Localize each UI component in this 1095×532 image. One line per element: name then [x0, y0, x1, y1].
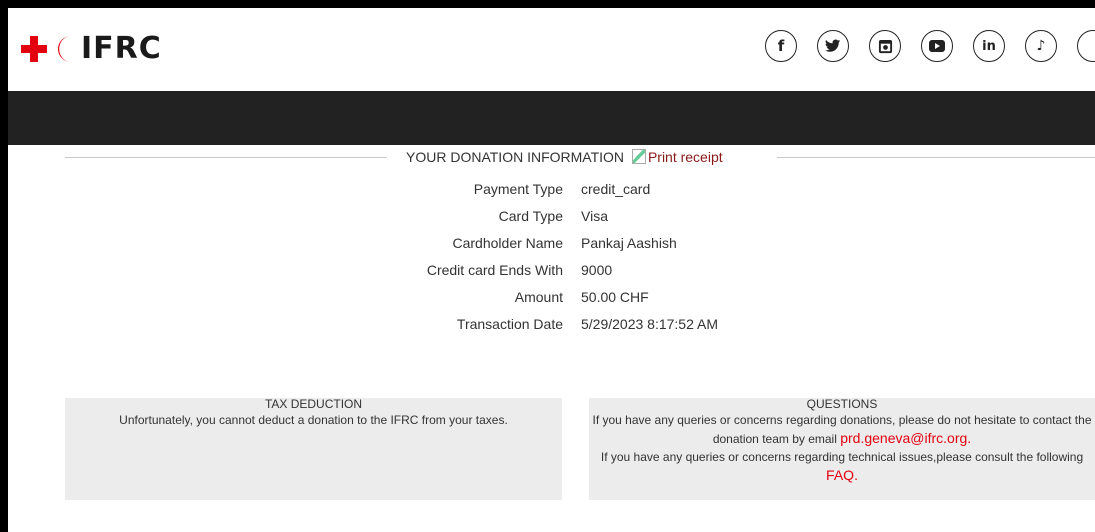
tiktok-icon[interactable]: ♪ — [1025, 30, 1057, 62]
divider — [777, 157, 1095, 158]
detail-label: Card Type — [498, 208, 563, 224]
youtube-icon[interactable] — [921, 30, 953, 62]
detail-row-card-ends-with: Credit card Ends With 9000 — [8, 261, 1095, 279]
detail-label: Credit card Ends With — [426, 262, 563, 278]
facebook-icon[interactable]: f — [765, 30, 797, 62]
tax-deduction-title: TAX DEDUCTION — [264, 397, 363, 411]
detail-label: Transaction Date — [456, 316, 563, 332]
print-receipt-link[interactable]: Print receipt — [631, 149, 723, 165]
faq-link[interactable]: FAQ — [826, 467, 854, 483]
detail-value: 5/29/2023 8:17:52 AM — [581, 316, 718, 332]
instagram-icon[interactable] — [869, 30, 901, 62]
logo-text: IFRC — [81, 30, 162, 66]
page-frame: IFRC f in ♪ YOUR DONATION INFORMATION Pr… — [8, 8, 1095, 532]
detail-row-card-type: Card Type Visa — [8, 207, 1095, 225]
detail-value: credit_card — [581, 181, 651, 197]
social-links: f in ♪ — [765, 30, 1095, 64]
tax-deduction-box: TAX DEDUCTION Unfortunately, you cannot … — [65, 398, 562, 500]
site-header: IFRC f in ♪ — [8, 8, 1095, 90]
questions-text: If you have any queries or concerns rega… — [592, 413, 1092, 483]
detail-label: Cardholder Name — [452, 235, 564, 251]
more-social-icon[interactable] — [1077, 30, 1095, 62]
nav-bar — [8, 91, 1095, 145]
detail-value: 50.00 CHF — [581, 289, 649, 305]
linkedin-icon[interactable]: in — [973, 30, 1005, 62]
broken-image-icon — [631, 149, 646, 164]
questions-title: QUESTIONS — [806, 397, 878, 411]
detail-label: Payment Type — [473, 181, 563, 197]
ifrc-logo[interactable]: IFRC — [19, 24, 182, 73]
detail-value: Pankaj Aashish — [581, 235, 677, 251]
donation-info-heading: YOUR DONATION INFORMATION Print receipt — [65, 148, 1095, 166]
detail-value: 9000 — [581, 262, 613, 278]
detail-row-amount: Amount 50.00 CHF — [8, 288, 1095, 306]
red-cross-icon — [19, 34, 49, 64]
red-crescent-icon — [58, 35, 71, 62]
detail-value: Visa — [581, 208, 608, 224]
detail-row-cardholder-name: Cardholder Name Pankaj Aashish — [8, 234, 1095, 252]
section-title: YOUR DONATION INFORMATION — [406, 149, 625, 165]
detail-row-transaction-date: Transaction Date 5/29/2023 8:17:52 AM — [8, 315, 1095, 333]
detail-row-payment-type: Payment Type credit_card — [8, 180, 1095, 198]
email-link[interactable]: prd.geneva@ifrc.org — [840, 430, 967, 446]
twitter-icon[interactable] — [817, 30, 849, 62]
detail-label: Amount — [514, 289, 563, 305]
questions-box: QUESTIONS If you have any queries or con… — [589, 398, 1095, 500]
divider — [65, 157, 387, 158]
tax-deduction-text: Unfortunately, you cannot deduct a donat… — [119, 413, 508, 427]
